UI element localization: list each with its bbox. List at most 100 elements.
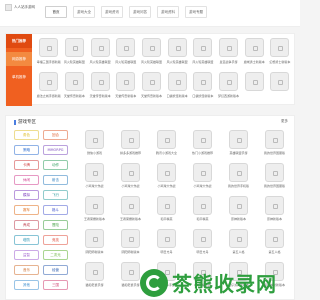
hot-game-item[interactable]: 幸福三国手游新版 bbox=[37, 36, 61, 70]
zone-game-item[interactable]: 和平精英 bbox=[152, 196, 181, 223]
hot-game-item[interactable]: 天堂传奇新版本 bbox=[114, 70, 138, 104]
zone-game-item[interactable]: 和平精英 bbox=[188, 196, 217, 223]
game-thumbnail-icon bbox=[90, 72, 110, 91]
game-label: 幸福三国手游新版 bbox=[36, 60, 61, 64]
category-tag[interactable]: 角色 bbox=[14, 130, 39, 140]
game-thumbnail-icon bbox=[229, 196, 248, 215]
category-tag[interactable]: 益智 bbox=[14, 250, 39, 260]
game-label: 我的世界国服版 bbox=[263, 184, 285, 188]
zone-game-item[interactable]: 阴阳师新版本 bbox=[80, 229, 109, 256]
category-tag[interactable]: 休闲 bbox=[14, 175, 39, 185]
hot-game-item[interactable]: 风火轮英雄联盟 bbox=[140, 36, 164, 70]
sidebar-item-single[interactable]: 单机推荐 bbox=[6, 70, 32, 84]
hot-game-item[interactable]: 风火轮英雄联盟 bbox=[114, 36, 138, 70]
hot-game-item[interactable]: 天堂传奇新版本 bbox=[88, 70, 112, 104]
hot-game-item[interactable]: 幻想勇士新版本 bbox=[268, 36, 292, 70]
zone-game-item[interactable]: 明日方舟 bbox=[188, 229, 217, 256]
category-tag[interactable]: 动作 bbox=[43, 160, 68, 170]
zone-game-item[interactable]: 第五人格 bbox=[224, 229, 253, 256]
hot-game-item[interactable] bbox=[243, 70, 267, 104]
hot-game-item[interactable]: 风火轮英雄联盟 bbox=[165, 36, 189, 70]
sidebar-item-hot[interactable]: 热门推荐 bbox=[6, 34, 32, 48]
game-thumbnail-icon bbox=[90, 38, 110, 57]
zone-game-item[interactable]: 小鸡球大作战 bbox=[116, 163, 145, 190]
zone-game-item[interactable]: 小鸡球大作战 bbox=[80, 163, 109, 190]
category-tag[interactable]: 射击 bbox=[43, 175, 68, 185]
category-tag[interactable]: 格斗 bbox=[43, 205, 68, 215]
hot-sidebar: 热门推荐 网游推荐 单机推荐 bbox=[6, 34, 32, 106]
zone-game-item[interactable]: 小鸡球大作战 bbox=[152, 163, 181, 190]
nav-item[interactable]: 游戏资讯 bbox=[101, 6, 123, 18]
site-logo[interactable]: 人人站手游网 bbox=[5, 4, 35, 11]
zone-game-item[interactable]: 小鸡球大作战 bbox=[188, 163, 217, 190]
hot-game-item[interactable]: 口袋妖怪新版本 bbox=[191, 70, 215, 104]
category-tag[interactable]: MMORPG bbox=[43, 145, 68, 155]
game-thumbnail-icon bbox=[229, 229, 248, 248]
nav-item[interactable]: 首页 bbox=[45, 6, 67, 18]
zone-game-item[interactable]: 腾讯小游戏大全 bbox=[152, 130, 181, 157]
game-thumbnail-icon bbox=[64, 72, 84, 91]
hot-game-item[interactable]: 魔法之城手游新版 bbox=[37, 70, 61, 104]
zone-game-item[interactable]: 热门小游戏推荐 bbox=[188, 130, 217, 157]
more-link[interactable]: 更多 bbox=[281, 119, 288, 124]
hot-game-item[interactable]: 魔域勇士新版本 bbox=[243, 36, 267, 70]
hot-game-item[interactable] bbox=[268, 70, 292, 104]
category-tag[interactable]: 音乐 bbox=[14, 265, 39, 275]
zone-game-item[interactable]: 拼多多游戏推荐 bbox=[116, 130, 145, 157]
game-thumbnail-icon bbox=[116, 72, 136, 91]
zone-game-item[interactable]: 我的世界国服版 bbox=[260, 163, 289, 190]
zone-game-item[interactable]: 我的世界国服版 bbox=[260, 130, 289, 157]
zone-game-item[interactable]: 微信小游戏 bbox=[80, 130, 109, 157]
zone-game-item[interactable]: 猫和老鼠手游 bbox=[80, 262, 109, 289]
game-thumbnail-icon bbox=[265, 196, 284, 215]
zone-game-item[interactable]: 原神新版本 bbox=[224, 196, 253, 223]
zone-game-item[interactable]: 王者荣耀新版本 bbox=[116, 196, 145, 223]
category-tag[interactable]: 养成 bbox=[14, 220, 39, 230]
category-tag[interactable]: 塔防 bbox=[14, 235, 39, 245]
hot-game-item[interactable]: 皇室战争手游 bbox=[217, 36, 241, 70]
hot-game-item[interactable]: 风火轮英雄联盟 bbox=[191, 36, 215, 70]
zone-game-item[interactable]: 原神新版本 bbox=[260, 196, 289, 223]
nav-item[interactable]: 游戏资料 bbox=[157, 6, 179, 18]
zone-game-item[interactable]: 王者荣耀新版本 bbox=[80, 196, 109, 223]
game-label: 风火轮英雄联盟 bbox=[140, 60, 162, 64]
zone-game-item[interactable]: 阴阳师新版本 bbox=[116, 229, 145, 256]
game-label: 和平精英 bbox=[160, 217, 173, 221]
category-tag[interactable]: 卡牌 bbox=[14, 160, 39, 170]
category-tag[interactable]: 竞技 bbox=[43, 235, 68, 245]
hot-game-item[interactable]: 天堂传奇新版本 bbox=[63, 70, 87, 104]
game-thumbnail-icon bbox=[219, 72, 239, 91]
category-tag[interactable]: 回合 bbox=[43, 130, 68, 140]
hot-game-item[interactable]: 口袋妖怪新版本 bbox=[165, 70, 189, 104]
hot-game-item[interactable]: 风火轮英雄联盟 bbox=[88, 36, 112, 70]
category-tag[interactable]: 赛车 bbox=[14, 205, 39, 215]
category-tag[interactable]: 经营 bbox=[43, 265, 68, 275]
category-tag[interactable]: 冒险 bbox=[43, 220, 68, 230]
category-tag[interactable]: 策略 bbox=[14, 145, 39, 155]
tag-row: 卡牌 动作 bbox=[14, 160, 70, 170]
zone-game-item[interactable]: 英雄联盟手游 bbox=[224, 130, 253, 157]
game-thumbnail-icon bbox=[270, 72, 290, 91]
game-label: 口袋妖怪新版本 bbox=[166, 94, 188, 98]
nav-item[interactable]: 游戏专题 bbox=[185, 6, 207, 18]
zone-game-item[interactable]: 明日方舟 bbox=[152, 229, 181, 256]
category-tag[interactable]: 其他 bbox=[14, 280, 39, 290]
category-tag[interactable]: 二次元 bbox=[43, 250, 68, 260]
category-tag[interactable]: 三国 bbox=[43, 280, 68, 290]
zone-game-item[interactable]: 我的世界手机版 bbox=[224, 163, 253, 190]
hot-game-item[interactable]: 天堂传奇新版本 bbox=[140, 70, 164, 104]
category-tag[interactable]: 飞行 bbox=[43, 190, 68, 200]
nav-item[interactable]: 游戏大全 bbox=[73, 6, 95, 18]
category-tag[interactable]: 模拟 bbox=[14, 190, 39, 200]
sidebar-item-online[interactable]: 网游推荐 bbox=[6, 52, 32, 66]
hot-game-item[interactable]: 风火轮英雄联盟 bbox=[63, 36, 87, 70]
game-thumbnail-icon bbox=[142, 72, 161, 91]
hot-game-item[interactable]: 梦幻西游新版本 bbox=[217, 70, 241, 104]
header: 人人站手游网 首页 游戏大全 游戏资讯 游戏问答 游戏资料 游戏专题 bbox=[0, 0, 300, 27]
game-thumbnail-icon bbox=[85, 163, 104, 182]
zone-game-item[interactable]: 第五人格 bbox=[260, 229, 289, 256]
nav-item[interactable]: 游戏问答 bbox=[129, 6, 151, 18]
game-thumbnail-icon bbox=[219, 38, 239, 57]
game-label: 风火轮英雄联盟 bbox=[192, 60, 214, 64]
tag-row: 模拟 飞行 bbox=[14, 190, 70, 200]
